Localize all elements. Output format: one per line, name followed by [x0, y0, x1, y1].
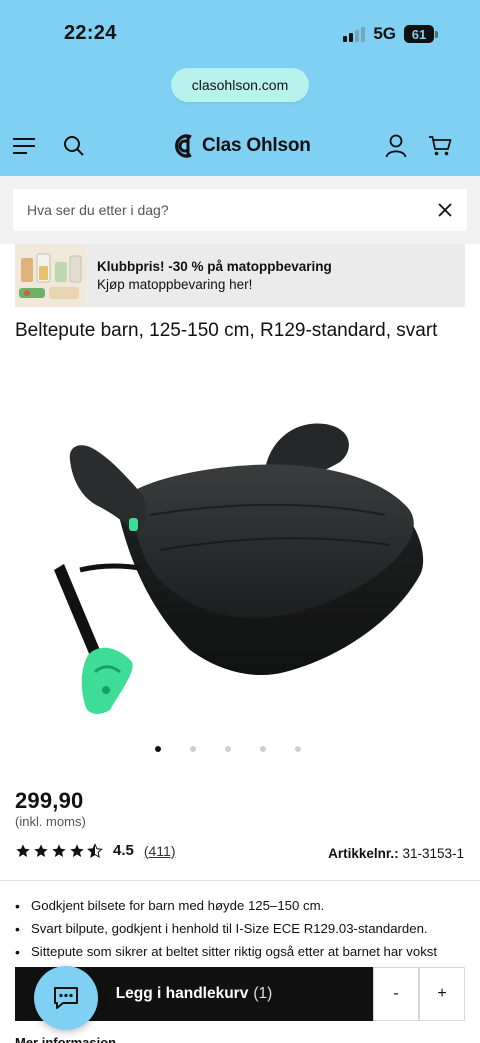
star-icon	[34, 843, 48, 857]
carousel-dot[interactable]	[260, 746, 266, 752]
product-rating: 4.5 (411)	[15, 842, 176, 859]
cart-icon[interactable]	[426, 132, 454, 160]
battery-level: 61	[404, 25, 434, 43]
list-item: • Godkjent bilsete for barn med høyde 125…	[15, 898, 325, 914]
feature-text: Svart bilpute, godkjent i henhold til I-…	[31, 921, 428, 936]
feature-list: • Godkjent bilsete for barn med høyde 125…	[15, 896, 470, 965]
status-time: 22:24	[64, 22, 117, 44]
status-indicators: 5G 61	[343, 24, 438, 44]
list-item: • Svart bilpute, godkjent i henhold til I…	[15, 921, 428, 937]
account-icon[interactable]	[382, 132, 410, 160]
search-box	[13, 189, 467, 231]
close-icon[interactable]	[423, 189, 467, 231]
product-title: Beltepute barn, 125-150 cm, R129-standar…	[15, 320, 438, 341]
chat-button[interactable]	[34, 966, 98, 1030]
signal-icon	[343, 26, 366, 42]
chat-icon	[54, 987, 78, 1009]
rating-stars	[15, 842, 103, 859]
brand-name: Clas Ohlson	[202, 135, 311, 156]
decrease-quantity-button[interactable]: -	[373, 967, 419, 1021]
product-image[interactable]	[40, 410, 440, 730]
feature-text: Godkjent bilsete for barn med høyde 125–…	[31, 898, 325, 913]
section-divider	[0, 880, 480, 881]
article-label: Artikkelnr.:	[328, 846, 399, 861]
carousel-dot[interactable]	[225, 746, 231, 752]
rating-value: 4.5	[113, 842, 134, 859]
promo-banner[interactable]: Klubbpris! -30 % på matoppbevaring Kjøp …	[15, 244, 465, 307]
network-type: 5G	[373, 24, 396, 43]
article-value: 31-3153-1	[402, 846, 464, 861]
star-icon	[70, 843, 84, 857]
cart-quantity: (1)	[253, 985, 273, 1002]
vat-note: (inkl. moms)	[15, 814, 86, 829]
search-icon[interactable]	[60, 132, 88, 160]
url-bar[interactable]: clasohlson.com	[171, 68, 309, 102]
brand-logo[interactable]: Clas Ohlson	[174, 132, 311, 160]
promo-title: Klubbpris! -30 % på matoppbevaring	[97, 259, 332, 274]
increase-quantity-button[interactable]: +	[419, 967, 465, 1021]
article-number: Artikkelnr.: 31-3153-1	[328, 846, 464, 861]
carousel-dot[interactable]	[295, 746, 301, 752]
review-count-link[interactable]: (411)	[144, 843, 176, 859]
logo-icon	[175, 134, 192, 158]
product-price: 299,90	[15, 788, 84, 813]
add-to-cart-label: Legg i handlekurv	[115, 985, 249, 1002]
carousel-dot[interactable]	[155, 746, 161, 752]
promo-subtitle: Kjøp matoppbevaring her!	[97, 277, 253, 292]
carousel-dot[interactable]	[190, 746, 196, 752]
search-input[interactable]	[13, 189, 423, 231]
half-star-icon	[87, 842, 103, 858]
star-icon	[52, 843, 66, 857]
search-section	[0, 176, 480, 244]
more-info-link[interactable]: Mer informasjon	[15, 1035, 116, 1043]
list-item: • Sittepute som sikrer at beltet sitter r…	[15, 944, 438, 960]
image-carousel-dots	[150, 746, 310, 754]
battery-icon: 61	[404, 25, 438, 43]
star-icon	[16, 843, 30, 857]
promo-thumbnail	[15, 244, 86, 307]
menu-icon[interactable]	[10, 132, 38, 160]
feature-text: Sittepute som sikrer at beltet sitter ri…	[31, 944, 438, 959]
